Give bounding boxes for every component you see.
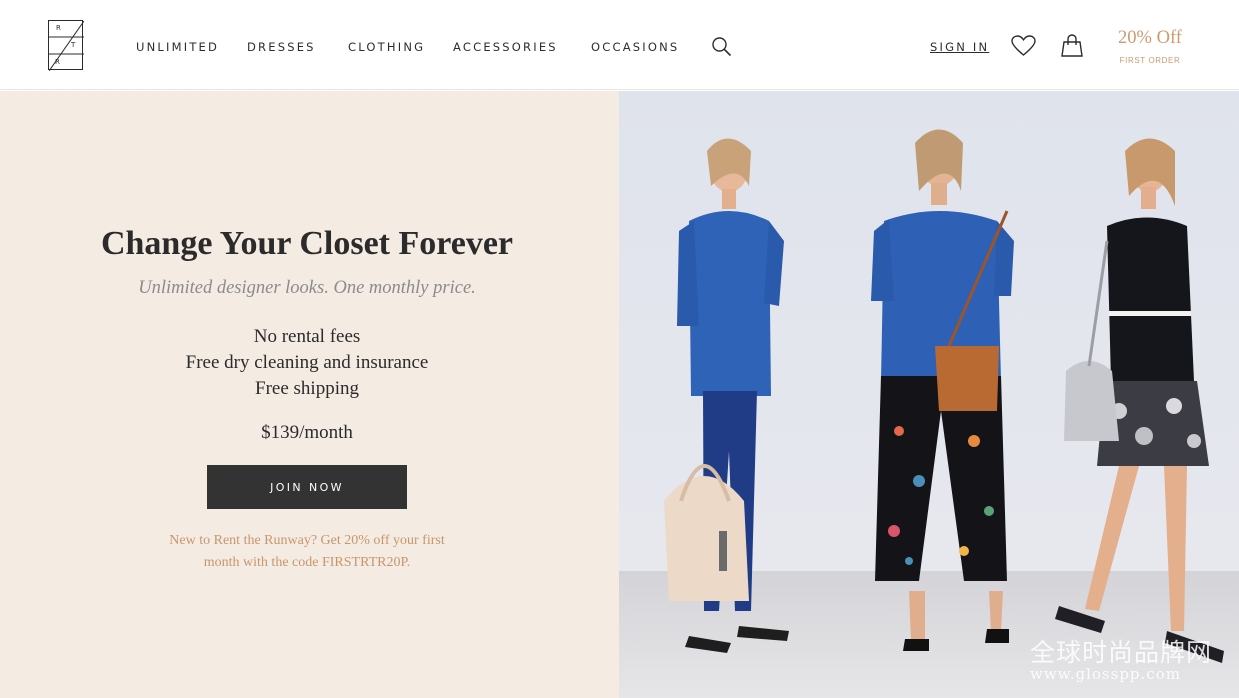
promo-label: FIRST ORDER: [1119, 56, 1181, 65]
watermark-url: www.glosspp.com: [1030, 665, 1181, 683]
nav-item-dresses[interactable]: DRESSES: [247, 40, 316, 54]
heart-icon[interactable]: [1011, 35, 1036, 57]
search-icon[interactable]: [711, 36, 733, 58]
rtr-logo[interactable]: R T R: [48, 20, 84, 71]
join-now-button[interactable]: JOIN NOW: [207, 465, 407, 509]
feature-item: Free shipping: [255, 378, 359, 399]
first-order-promo[interactable]: 20% Off FIRST ORDER: [1108, 28, 1192, 65]
feature-item: No rental fees: [253, 326, 361, 347]
promo-discount: 20% Off: [1118, 28, 1182, 48]
hero-subhead: Unlimited designer looks. One monthly pr…: [138, 278, 476, 298]
nav-item-accessories[interactable]: ACCESSORIES: [453, 40, 558, 54]
nav-item-clothing[interactable]: CLOTHING: [348, 40, 425, 54]
nav-item-occasions[interactable]: OCCASIONS: [591, 40, 679, 54]
feature-item: Free dry cleaning and insurance: [185, 352, 429, 373]
shopping-bag-icon[interactable]: [1061, 34, 1083, 58]
nav-item-unlimited[interactable]: UNLIMITED: [136, 40, 219, 54]
logo-letter-r-bottom: R: [55, 58, 60, 66]
watermark-text: 全球时尚品牌网: [1030, 638, 1213, 667]
hero-photo: [619, 91, 1239, 698]
logo-letter-t: T: [71, 41, 76, 49]
site-header: R T R UNLIMITED DRESSES CLOTHING ACCESSO…: [0, 0, 1239, 90]
sign-in-link[interactable]: SIGN IN: [930, 40, 989, 54]
logo-letter-r-top: R: [56, 24, 61, 32]
feature-list: No rental fees Free dry cleaning and ins…: [0, 324, 614, 402]
monthly-price: $139/month: [261, 422, 353, 443]
hero-headline: Change Your Closet Forever: [100, 225, 514, 262]
hero-text-panel: Change Your Closet Forever Unlimited des…: [0, 91, 619, 698]
promo-code-note: New to Rent the Runway? Get 20% off your…: [169, 533, 445, 570]
